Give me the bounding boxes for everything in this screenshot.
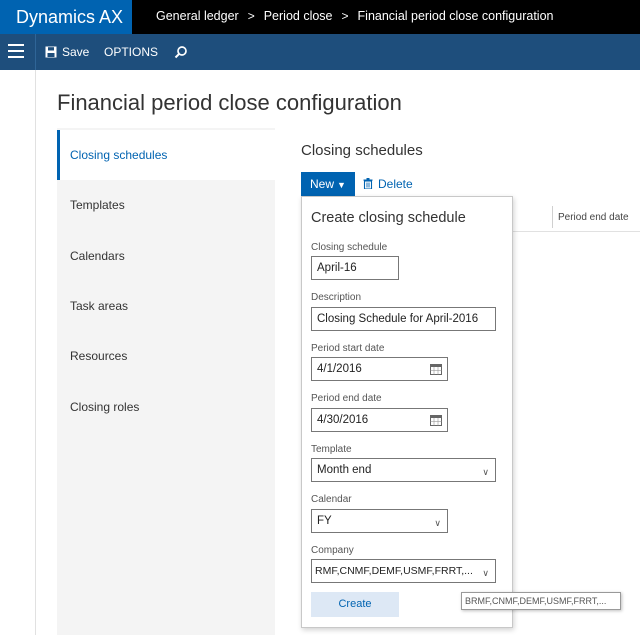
search-icon[interactable] (174, 45, 188, 59)
nav-item-templates[interactable]: Templates (57, 180, 275, 230)
description-field[interactable]: Closing Schedule for April-2016 (311, 307, 496, 331)
period-start-date-value: 4/1/2016 (317, 363, 362, 375)
breadcrumb-current-page: Financial period close configuration (357, 9, 554, 23)
grid-column-period-end-date[interactable]: Period end date (558, 212, 629, 223)
closing-schedule-value: April-16 (317, 262, 357, 274)
action-bar: Save OPTIONS (0, 34, 640, 70)
chevron-down-icon: ∨ (434, 518, 441, 528)
breadcrumb-separator-icon: > (341, 9, 349, 23)
nav-item-closing-roles[interactable]: Closing roles (57, 382, 275, 432)
breadcrumb-separator-icon: > (247, 9, 255, 23)
app-brand[interactable]: Dynamics AX (0, 0, 132, 34)
company-tooltip: BRMF,CNMF,DEMF,USMF,FRRT,... (461, 592, 621, 610)
calendar-dropdown[interactable]: FY ∨ (311, 509, 448, 533)
breadcrumb-period-close[interactable]: Period close (264, 9, 333, 23)
description-value: Closing Schedule for April-2016 (317, 313, 479, 325)
breadcrumb-general-ledger[interactable]: General ledger (156, 9, 239, 23)
company-value: RMF,CNMF,DEMF,USMF,FRRT,... (315, 565, 473, 577)
calendar-value: FY (317, 515, 332, 527)
description-label: Description (311, 292, 362, 303)
template-value: Month end (317, 464, 372, 476)
new-label: New (310, 177, 335, 191)
breadcrumb: General ledger > Period close > Financial pe… (156, 0, 553, 34)
delete-button[interactable]: Delete (363, 172, 413, 196)
company-label: Company (311, 545, 354, 556)
left-nav: Closing schedules Templates Calendars Ta… (57, 128, 275, 635)
template-dropdown[interactable]: Month end ∨ (311, 458, 496, 482)
period-end-date-value: 4/30/2016 (317, 414, 369, 426)
calendar-label: Calendar (311, 494, 352, 505)
options-button[interactable]: OPTIONS (104, 34, 158, 70)
page-title: Financial period close configuration (57, 90, 402, 115)
save-button[interactable]: Save (45, 34, 89, 70)
calendar-icon[interactable] (430, 363, 442, 375)
grid-column-divider[interactable] (552, 206, 553, 228)
period-start-date-label: Period start date (311, 343, 385, 354)
flyout-title: Create closing schedule (311, 210, 466, 226)
nav-item-task-areas[interactable]: Task areas (57, 281, 275, 331)
section-title: Closing schedules (301, 142, 423, 159)
nav-item-closing-schedules[interactable]: Closing schedules (57, 130, 275, 180)
hamburger-icon[interactable] (8, 44, 24, 58)
period-end-date-field[interactable]: 4/30/2016 (311, 408, 448, 432)
company-dropdown[interactable]: RMF,CNMF,DEMF,USMF,FRRT,... ∨ (311, 559, 496, 583)
left-margin (0, 70, 36, 635)
closing-schedule-field[interactable]: April-16 (311, 256, 399, 280)
period-start-date-field[interactable]: 4/1/2016 (311, 357, 448, 381)
period-end-date-label: Period end date (311, 393, 382, 404)
closing-schedule-label: Closing schedule (311, 242, 388, 253)
nav-item-resources[interactable]: Resources (57, 331, 275, 381)
calendar-icon[interactable] (430, 414, 442, 426)
create-closing-schedule-flyout: Create closing schedule Closing schedule… (301, 196, 513, 628)
chevron-down-icon: ∨ (480, 562, 489, 582)
new-button[interactable]: New ▼ (301, 172, 355, 196)
chevron-down-icon: ∨ (482, 467, 489, 477)
save-icon (45, 46, 57, 58)
delete-label: Delete (378, 177, 413, 191)
chevron-down-icon: ▼ (337, 180, 346, 190)
template-label: Template (311, 444, 352, 455)
nav-item-calendars[interactable]: Calendars (57, 231, 275, 281)
action-bar-divider (35, 34, 36, 70)
top-bar: Dynamics AX General ledger > Period close >… (0, 0, 640, 34)
trash-icon (363, 178, 373, 189)
create-button[interactable]: Create (311, 592, 399, 617)
save-label: Save (62, 45, 90, 59)
